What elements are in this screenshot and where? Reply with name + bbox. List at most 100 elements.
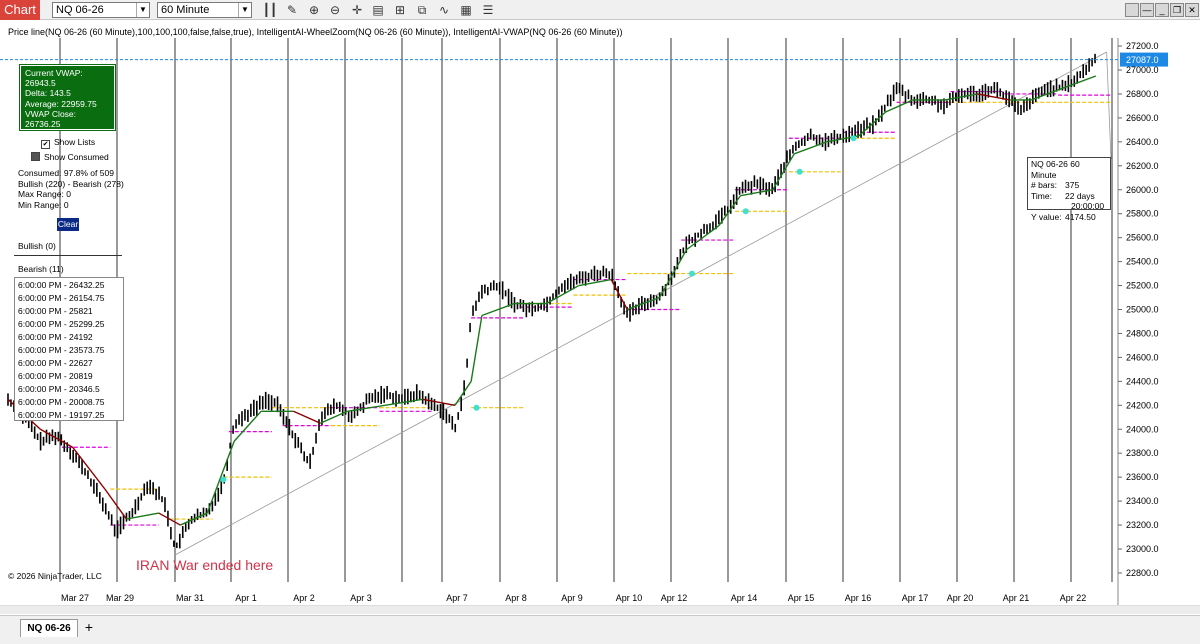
min-range-stat: Min Range: 0 xyxy=(18,199,69,210)
zoom-in-icon[interactable]: ⊕ xyxy=(306,2,322,18)
chevron-down-icon: ▼ xyxy=(238,3,251,17)
stats-panel: Consumed: 97.8% of 509 Bullish (220) - B… xyxy=(18,168,124,210)
y-tick-label: 24400.0 xyxy=(1126,376,1159,386)
show-lists-checkbox[interactable]: ✔ Show Lists xyxy=(41,137,95,149)
add-tab-icon[interactable]: + xyxy=(81,619,97,635)
toolbar: Chart NQ 06-26 ▼ 60 Minute ▼ ┃┃ ✎ ⊕ ⊖ ✛ … xyxy=(0,0,1200,20)
time-key: Time: xyxy=(1031,190,1052,201)
x-tick-label: Apr 20 xyxy=(947,593,974,603)
info-title: NQ 06-26 60 Minute xyxy=(1031,159,1080,180)
vwap-line-segment xyxy=(686,225,720,251)
vwap-line-segment xyxy=(126,512,159,520)
tab-bar xyxy=(0,615,1200,644)
x-tick-label: Apr 9 xyxy=(561,593,583,603)
indicators-icon[interactable]: ∿ xyxy=(436,2,452,18)
list-item[interactable]: 6:00:00 PM - 20819 xyxy=(18,370,120,383)
y-tick-label: 24200.0 xyxy=(1126,400,1159,410)
pencil-icon[interactable]: ✎ xyxy=(284,2,300,18)
list-item[interactable]: 6:00:00 PM - 20008.75 xyxy=(18,396,120,409)
vwap-line-segment xyxy=(422,398,456,406)
x-tick-label: Apr 2 xyxy=(293,593,315,603)
y-tick-label: 25800.0 xyxy=(1126,209,1159,219)
vwap-line-segment xyxy=(470,315,483,382)
list-item[interactable]: 6:00:00 PM - 26154.75 xyxy=(18,292,120,305)
vwap-line-segment xyxy=(481,302,515,317)
data-box-icon[interactable]: ▦ xyxy=(458,2,474,18)
x-tick-label: Apr 16 xyxy=(845,593,872,603)
y-tick-label: 26600.0 xyxy=(1126,113,1159,123)
bearish-list[interactable]: 6:00:00 PM - 26432.25 6:00:00 PM - 26154… xyxy=(14,277,124,421)
list-item[interactable]: 6:00:00 PM - 25299.25 xyxy=(18,318,120,331)
chevron-down-icon: ▼ xyxy=(136,3,149,17)
strategies-icon[interactable]: ⧉ xyxy=(414,2,430,18)
show-consumed-checkbox[interactable]: Show Consumed xyxy=(31,152,109,162)
interval-select-value: 60 Minute xyxy=(161,4,210,16)
consumed-stat: Consumed: 97.8% of 509 xyxy=(18,168,114,178)
x-tick-label: Mar 29 xyxy=(106,593,134,603)
checkbox-icon xyxy=(31,152,40,161)
y-tick-label: 25200.0 xyxy=(1126,281,1159,291)
vwap-line-segment xyxy=(627,296,660,311)
y-tick-label: 22800.0 xyxy=(1126,568,1159,578)
clear-button[interactable]: Clear xyxy=(57,218,79,231)
signal-dot xyxy=(796,168,803,175)
list-item[interactable]: 6:00:00 PM - 23573.75 xyxy=(18,344,120,357)
time-value: 22 days xyxy=(1065,190,1095,201)
vwap-line: Average: 22959.75 xyxy=(25,98,97,109)
window-tile-icon[interactable] xyxy=(1125,3,1139,17)
max-range-stat: Max Range: 0 xyxy=(18,189,71,199)
properties-icon[interactable]: ▤ xyxy=(370,2,386,18)
indicator-label: Price line(NQ 06-26 (60 Minute),100,100,… xyxy=(8,27,623,37)
measure-line xyxy=(1106,52,1112,160)
list-item[interactable]: 6:00:00 PM - 24192 xyxy=(18,331,120,344)
list-item[interactable]: 6:00:00 PM - 26432.25 xyxy=(18,279,120,292)
x-tick-label: Apr 7 xyxy=(446,593,468,603)
divider xyxy=(14,255,122,256)
show-consumed-label: Show Consumed xyxy=(44,152,109,162)
signal-dot xyxy=(742,208,749,215)
list-item[interactable]: 6:00:00 PM - 22627 xyxy=(18,357,120,370)
chart-tab[interactable]: Chart xyxy=(0,0,40,20)
time-value-2: 20:00:00 xyxy=(1071,201,1105,211)
y-tick-label: 24600.0 xyxy=(1126,352,1159,362)
y-tick-label: 23000.0 xyxy=(1126,544,1159,554)
crosshair-icon[interactable]: ✛ xyxy=(349,2,365,18)
y-tick-label: 23800.0 xyxy=(1126,448,1159,458)
signal-dot xyxy=(850,135,857,142)
vwap-line-segment xyxy=(39,428,73,448)
list-icon[interactable]: ☰ xyxy=(480,2,496,18)
interval-select[interactable]: 60 Minute ▼ xyxy=(157,2,252,18)
x-tick-label: Mar 27 xyxy=(61,593,89,603)
y-tick-label: 23400.0 xyxy=(1126,496,1159,506)
signal-dot xyxy=(688,270,695,277)
vwap-line: Current VWAP: 26943.5 xyxy=(25,68,83,89)
zoom-out-icon[interactable]: ⊖ xyxy=(327,2,343,18)
x-tick-label: Apr 10 xyxy=(616,593,643,603)
y-value-key: Y value: xyxy=(1031,211,1062,222)
x-tick-label: Apr 12 xyxy=(661,593,688,603)
checkmark-icon: ✔ xyxy=(41,140,50,149)
horizontal-scrollbar[interactable] xyxy=(0,605,1200,614)
x-tick-label: Apr 15 xyxy=(788,593,815,603)
y-value: 4174.50 xyxy=(1065,211,1096,222)
list-item[interactable]: 6:00:00 PM - 25821 xyxy=(18,305,120,318)
templates-icon[interactable]: ⊞ xyxy=(392,2,408,18)
close-icon[interactable]: ✕ xyxy=(1185,3,1199,17)
list-item[interactable]: 6:00:00 PM - 20346.5 xyxy=(18,383,120,396)
bars-key: # bars: xyxy=(1031,180,1057,190)
y-tick-label: 24000.0 xyxy=(1126,424,1159,434)
x-tick-label: Apr 3 xyxy=(350,593,372,603)
bars-value: 375 xyxy=(1065,180,1080,190)
bar-type-icon[interactable]: ┃┃ xyxy=(262,2,278,18)
list-item[interactable]: 6:00:00 PM - 19197.25 xyxy=(18,409,120,422)
price-chart[interactable]: 22800.0 23000.0 23200.0 23400.0 23600.0 23800… xyxy=(0,38,1200,605)
tab-instrument[interactable]: NQ 06-26 xyxy=(20,619,78,637)
show-lists-label: Show Lists xyxy=(54,137,96,147)
instrument-select-value: NQ 06-26 xyxy=(56,4,104,16)
copyright-label: © 2026 NinjaTrader, LLC xyxy=(8,571,102,581)
minimize-icon[interactable]: — xyxy=(1140,3,1154,17)
maximize-icon[interactable]: ❐ xyxy=(1170,3,1184,17)
instrument-select[interactable]: NQ 06-26 ▼ xyxy=(52,2,150,18)
minimize-window-icon[interactable]: _ xyxy=(1155,3,1169,17)
y-tick-label: 26400.0 xyxy=(1126,137,1159,147)
